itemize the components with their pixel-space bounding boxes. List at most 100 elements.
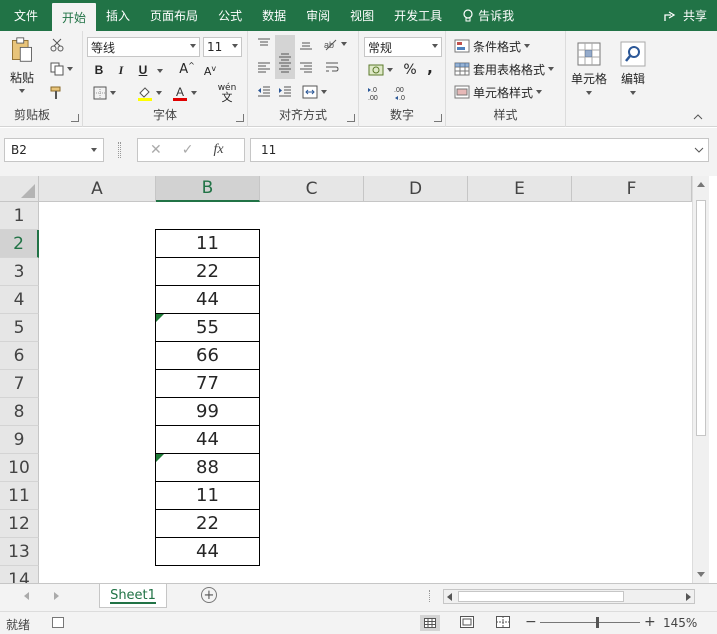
increase-indent-button[interactable] (275, 83, 295, 101)
cell-b5[interactable]: 55 (155, 313, 260, 342)
cell-b10[interactable]: 88 (155, 453, 260, 482)
row-header-14[interactable]: 14 (0, 566, 39, 583)
row-header-8[interactable]: 8 (0, 398, 39, 426)
conditional-formatting-button[interactable]: 条件格式 (454, 36, 564, 56)
worksheet-grid[interactable]: A B C D E F 1 2 3 4 5 6 7 8 9 10 11 12 1… (0, 176, 717, 583)
formula-bar-grip-icon[interactable] (118, 142, 121, 158)
underline-button[interactable]: U (134, 61, 152, 79)
cell-b7[interactable]: 77 (155, 369, 260, 398)
format-painter-button[interactable] (46, 83, 68, 103)
font-name-select[interactable]: 等线 (87, 37, 200, 57)
row-header-5[interactable]: 5 (0, 314, 39, 342)
share-button[interactable]: 共享 (653, 0, 717, 31)
vertical-scrollbar[interactable] (692, 176, 709, 583)
scroll-down-icon[interactable] (697, 572, 705, 577)
format-as-table-button[interactable]: 套用表格格式 (454, 59, 564, 79)
insert-function-icon[interactable]: fx (213, 142, 223, 158)
select-all-button[interactable] (0, 176, 39, 202)
cell-b12[interactable]: 22 (155, 509, 260, 538)
decrease-decimal-button[interactable]: .00.0 (391, 83, 413, 103)
tab-review[interactable]: 审阅 (296, 0, 340, 31)
tab-developer[interactable]: 开发工具 (384, 0, 452, 31)
next-sheet-icon[interactable] (54, 592, 59, 600)
column-header-d[interactable]: D (364, 176, 468, 202)
tab-home[interactable]: 开始 (52, 3, 97, 31)
clipboard-launcher-icon[interactable] (71, 114, 79, 122)
tell-me-box[interactable]: 告诉我 (452, 0, 524, 31)
row-header-7[interactable]: 7 (0, 370, 39, 398)
underline-dropdown-icon[interactable] (157, 69, 163, 73)
borders-button[interactable] (89, 84, 119, 102)
tab-page-layout[interactable]: 页面布局 (140, 0, 208, 31)
tab-insert[interactable]: 插入 (96, 0, 140, 31)
zoom-in-button[interactable]: + (644, 614, 656, 630)
row-header-3[interactable]: 3 (0, 258, 39, 286)
paste-button[interactable]: 粘贴 (6, 37, 38, 93)
phonetic-button[interactable]: wén 文 (211, 82, 243, 104)
sheet-tab-sheet1[interactable]: Sheet1 (99, 584, 167, 608)
tab-split-grip-icon[interactable] (429, 590, 431, 602)
row-header-1[interactable]: 1 (0, 202, 39, 230)
zoom-out-button[interactable]: − (525, 614, 537, 630)
row-header-10[interactable]: 10 (0, 454, 39, 482)
italic-button[interactable]: I (112, 61, 130, 79)
column-header-f[interactable]: F (572, 176, 692, 202)
horizontal-scrollbar[interactable] (443, 589, 695, 604)
copy-button[interactable] (46, 59, 76, 79)
cell-b6[interactable]: 66 (155, 341, 260, 370)
wrap-text-button[interactable] (322, 59, 342, 77)
zoom-slider-thumb[interactable] (596, 617, 599, 628)
scroll-right-icon[interactable] (686, 593, 691, 601)
tab-file[interactable]: 文件 (0, 0, 52, 31)
orientation-button[interactable]: ab (320, 35, 350, 53)
cancel-icon[interactable]: ✕ (150, 142, 162, 158)
row-header-6[interactable]: 6 (0, 342, 39, 370)
tab-formulas[interactable]: 公式 (208, 0, 252, 31)
percent-button[interactable]: % (401, 60, 419, 80)
cell-b13[interactable]: 44 (155, 537, 260, 566)
prev-sheet-icon[interactable] (24, 592, 29, 600)
align-left-button[interactable] (254, 59, 274, 77)
cell-b4[interactable]: 44 (155, 285, 260, 314)
cell-b11[interactable]: 11 (155, 481, 260, 510)
row-header-11[interactable]: 11 (0, 482, 39, 510)
normal-view-icon[interactable] (420, 615, 440, 631)
enter-icon[interactable]: ✓ (182, 142, 194, 158)
cell-b3[interactable]: 22 (155, 257, 260, 286)
cell-b8[interactable]: 99 (155, 397, 260, 426)
editing-button[interactable]: 编辑 (614, 35, 652, 101)
horizontal-scroll-thumb[interactable] (458, 591, 624, 602)
fill-color-button[interactable] (133, 83, 165, 103)
number-as-text-indicator-icon[interactable] (156, 314, 164, 322)
name-box[interactable]: B2 (4, 138, 104, 162)
align-bottom-button[interactable] (296, 35, 316, 53)
row-header-2[interactable]: 2 (0, 230, 39, 258)
number-as-text-indicator-icon[interactable] (156, 454, 164, 462)
align-center-button[interactable] (275, 59, 295, 77)
row-header-9[interactable]: 9 (0, 426, 39, 454)
decrease-indent-button[interactable] (254, 83, 274, 101)
name-box-dropdown-icon[interactable] (91, 148, 97, 152)
merge-center-button[interactable] (298, 83, 330, 101)
add-sheet-button[interactable]: + (201, 587, 217, 603)
zoom-slider[interactable] (540, 617, 640, 628)
formula-input[interactable]: 11 (250, 138, 709, 162)
align-right-button[interactable] (296, 59, 316, 77)
tab-view[interactable]: 视图 (340, 0, 384, 31)
column-header-c[interactable]: C (260, 176, 364, 202)
grow-font-button[interactable]: A ^ (178, 60, 196, 78)
macro-record-icon[interactable] (52, 617, 64, 628)
number-launcher-icon[interactable] (434, 114, 442, 122)
expand-formula-icon[interactable] (694, 143, 704, 157)
cells-button[interactable]: 单元格 (568, 35, 610, 101)
row-header-13[interactable]: 13 (0, 538, 39, 566)
page-layout-view-icon[interactable] (460, 616, 474, 631)
number-format-select[interactable]: 常规 (364, 37, 442, 57)
zoom-level[interactable]: 145% (663, 616, 697, 630)
tab-data[interactable]: 数据 (252, 0, 296, 31)
row-header-12[interactable]: 12 (0, 510, 39, 538)
cut-button[interactable] (46, 35, 68, 55)
bold-button[interactable]: B (90, 61, 108, 79)
cell-b9[interactable]: 44 (155, 425, 260, 454)
vertical-scroll-thumb[interactable] (696, 200, 706, 436)
